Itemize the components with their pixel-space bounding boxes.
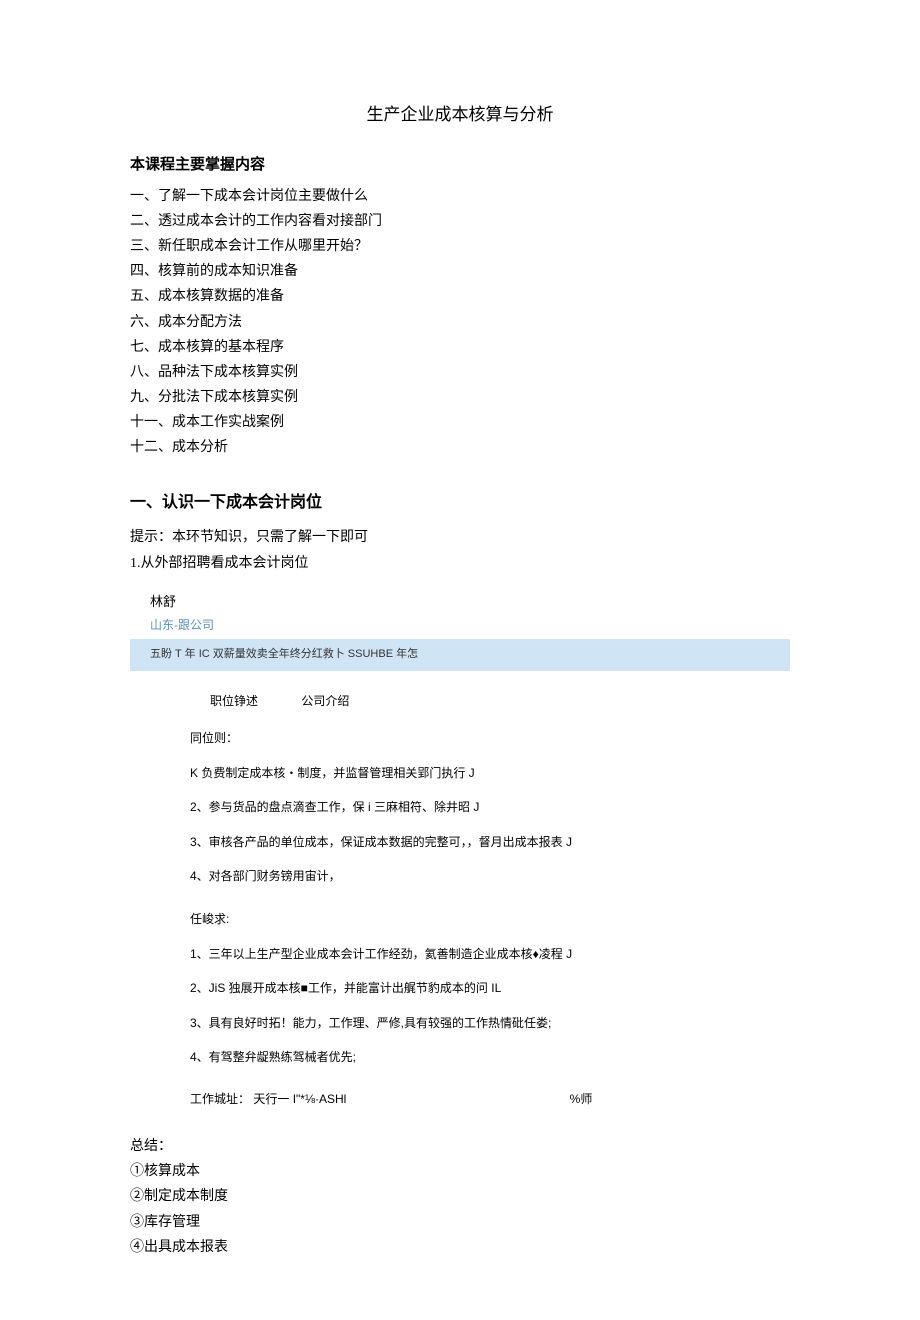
job-company: 山东-跟公司: [130, 615, 790, 639]
toc-item: 五、成本核算数据的准备: [130, 284, 790, 309]
requirement-label: 任峻求:: [130, 903, 790, 937]
address-label: 工作城址：: [190, 1092, 250, 1106]
section-heading: 一、认识一下成本会计岗位: [130, 489, 790, 518]
toc-item: 四、核算前的成本知识准备: [130, 259, 790, 284]
address-value: 天行一 I"*⅛·ASHl: [253, 1092, 346, 1106]
job-address: 工作城址： 天行一 I"*⅛·ASHl %师: [130, 1075, 790, 1117]
tab-description[interactable]: 职位铮述: [210, 691, 258, 713]
section-sub: 1.从外部招聘看成本会计岗位: [130, 551, 790, 576]
requirement-item: 2、JiS 独展开成本核■工作，并能富计出艉节豹成本的问 IL: [130, 971, 790, 1005]
job-posting: 林舒 山东-跟公司 五盼 T 年 IC 双薪量效卖全年终分红救卜 SSUHBE …: [130, 586, 790, 1116]
toc-item: 一、了解一下成本会计岗位主要做什么: [130, 184, 790, 209]
job-salary-band: 五盼 T 年 IC 双薪量效卖全年终分红救卜 SSUHBE 年怎: [130, 639, 790, 671]
responsibility-item: K 负费制定成本核・制度，并监督管理相关郢门执行 J: [130, 756, 790, 790]
responsibility-item: 3、审核各产品的单位成本，保证成本数据的完整可，，督月出成本报表 J: [130, 825, 790, 859]
tab-company[interactable]: 公司介绍: [301, 691, 349, 713]
summary-item: ①核算成本: [130, 1159, 790, 1184]
summary-item: ④出具成本报表: [130, 1235, 790, 1260]
requirement-item: 1、三年以上生产型企业成本会计工作经劲，氦善制造企业成本核♦凌程 J: [130, 937, 790, 971]
toc-item: 三、新任职成本会计工作从哪里开始？: [130, 234, 790, 259]
toc-item: 七、成本核算的基本程序: [130, 335, 790, 360]
toc-item: 十一、成本工作实战案例: [130, 410, 790, 435]
address-right: %师: [570, 1089, 593, 1111]
responsibility-item: 2、参与货品的盘点滴查工作，保 i 三麻相符、除井昭 J: [130, 790, 790, 824]
requirement-item: 4、有驾整弁龊熟练驾械者优先;: [130, 1040, 790, 1074]
section-tip: 提示：本环节知识，只需了解一下即可: [130, 525, 790, 550]
toc-item: 六、成本分配方法: [130, 310, 790, 335]
toc-item: 十二、成本分析: [130, 435, 790, 460]
toc-heading: 本课程主要掌握内容: [130, 151, 790, 178]
page-title: 生产企业成本核算与分析: [130, 100, 790, 131]
requirement-item: 3、具有良好时拓！能力，工作理、严修,具有较强的工作热情砒任娄;: [130, 1006, 790, 1040]
summary-block: 总结： ①核算成本 ②制定成本制度 ③库存管理 ④出具成本报表: [130, 1134, 790, 1260]
toc-item: 二、透过成本会计的工作内容看对接部门: [130, 209, 790, 234]
job-name: 林舒: [130, 586, 790, 615]
summary-heading: 总结：: [130, 1134, 790, 1159]
responsibility-label: 同位则：: [130, 722, 790, 756]
toc-item: 八、品种法下成本核算实例: [130, 360, 790, 385]
job-tabs: 职位铮述 公司介绍: [130, 671, 790, 723]
summary-item: ③库存管理: [130, 1210, 790, 1235]
responsibility-item: 4、对各部门财务镑用宙计，: [130, 859, 790, 893]
summary-item: ②制定成本制度: [130, 1184, 790, 1209]
toc-item: 九、分批法下成本核算实例: [130, 385, 790, 410]
